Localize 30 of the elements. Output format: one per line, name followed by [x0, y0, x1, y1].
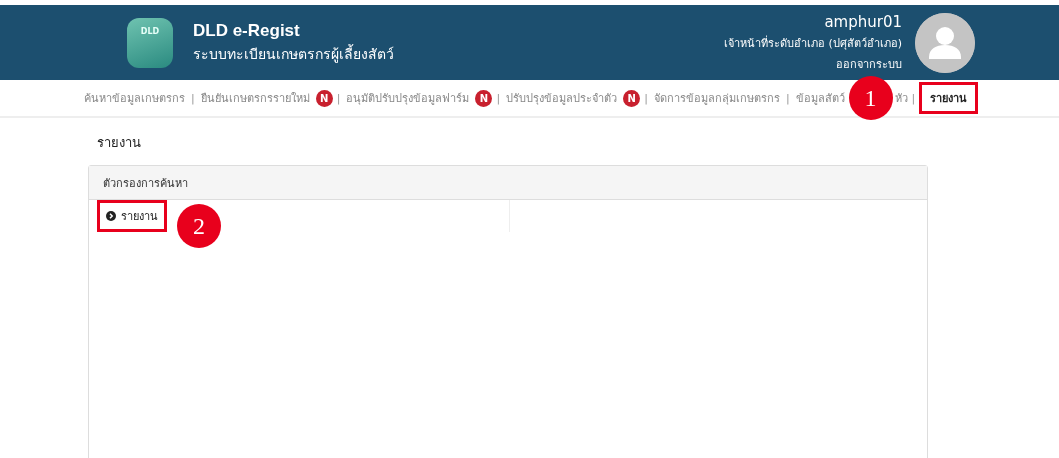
separator: | — [785, 91, 790, 105]
separator: | — [644, 91, 648, 105]
callout-number: 2 — [177, 204, 221, 248]
chevron-circle-icon — [106, 211, 116, 221]
separator: | — [496, 91, 501, 105]
logout-link[interactable]: ออกจากระบบ — [836, 54, 902, 73]
new-badge: N — [475, 89, 493, 107]
avatar-icon[interactable] — [915, 12, 975, 73]
nav-tab[interactable]: จัดการข้อมูลกลุ่มเกษตรกร — [651, 82, 782, 114]
new-badge: N — [315, 89, 333, 107]
nav-tab-fragment[interactable]: หัว — [894, 89, 908, 107]
username: amphur01 — [824, 12, 902, 31]
report-link[interactable]: รายงาน — [97, 200, 167, 232]
logo-text: DLD — [140, 26, 160, 38]
separator: | — [191, 91, 195, 105]
nav-tab[interactable]: รายงาน — [919, 82, 979, 114]
nav-tab[interactable]: ค้นหาข้อมูลเกษตรกร — [82, 82, 187, 114]
panel-header: ตัวกรองการค้นหา — [89, 166, 927, 200]
nav-tab[interactable]: ข้อมูลสัตว์ — [793, 82, 847, 114]
nav-tab[interactable]: อนุมัติปรับปรุงข้อมูลฟาร์ม — [344, 82, 472, 114]
page-title: รายงาน — [96, 134, 142, 152]
separator: | — [911, 91, 916, 105]
nav-tab[interactable]: ยืนยันเกษตรกรรายใหม่ — [198, 82, 312, 114]
callout-number: 1 — [848, 76, 893, 120]
user-role: เจ้าหน้าที่ระดับอำเภอ (ปศุสัตว์อำเภอ) — [723, 34, 902, 52]
app-name: DLD e-Regist — [193, 20, 301, 41]
nav-tab[interactable]: ปรับปรุงข้อมูลประจำตัว — [504, 82, 620, 114]
app-subtitle: ระบบทะเบียนเกษตรกรผู้เลี้ยงสัตว์ — [193, 43, 394, 65]
separator: | — [336, 91, 341, 105]
new-badge: N — [623, 89, 641, 107]
